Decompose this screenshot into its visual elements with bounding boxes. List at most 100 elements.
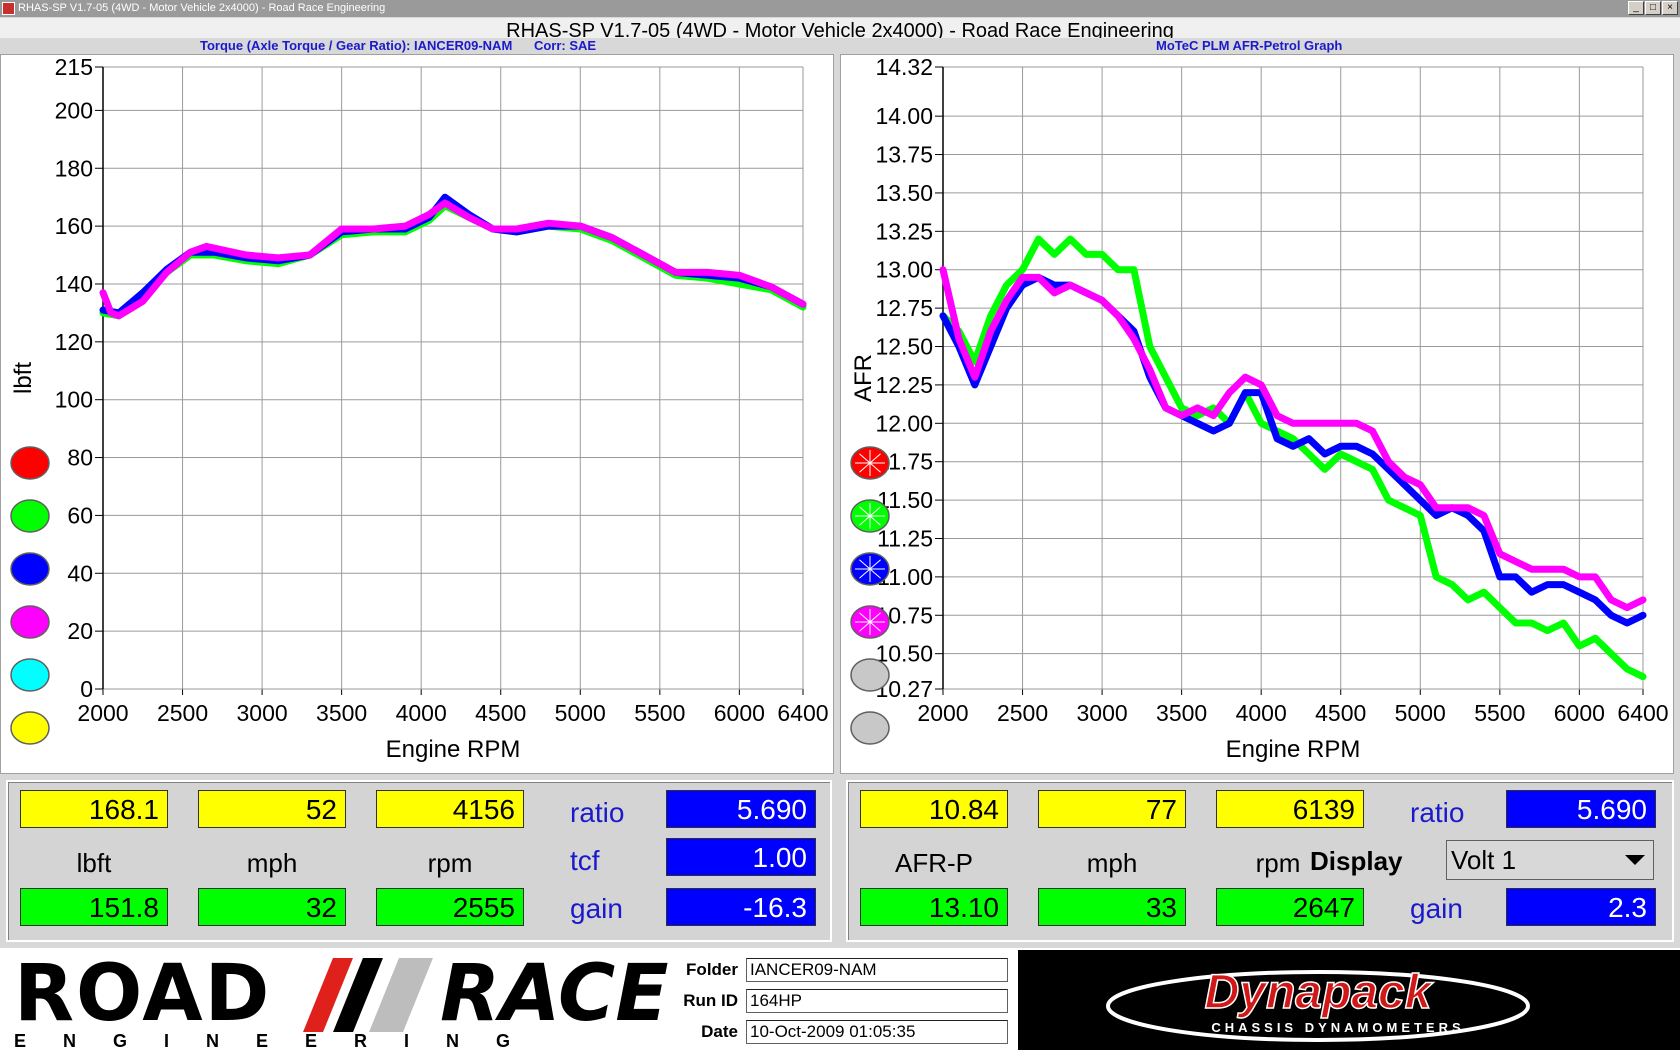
afr-xtick-label: 5500 <box>1474 700 1525 726</box>
afr-ytick-label: 10.50 <box>875 641 933 667</box>
afr-ylabel: AFR <box>850 354 877 402</box>
torque-ytick-label: 215 <box>55 55 93 80</box>
torque-ytick-label: 60 <box>67 502 93 528</box>
afr-xtick-label: 3000 <box>1077 700 1128 726</box>
torque-xtick-label: 2000 <box>77 700 128 726</box>
road-race-logo: ROAD RACE ENGINEERING <box>0 949 669 1050</box>
afr-legend-toggle[interactable] <box>850 711 890 745</box>
afr-ytick-label: 13.00 <box>875 257 933 283</box>
display-select[interactable]: Volt 1 <box>1446 840 1654 880</box>
gain-value[interactable]: -16.3 <box>666 888 816 926</box>
window-title: RHAS-SP V1.7-05 (4WD - Motor Vehicle 2x4… <box>18 2 386 14</box>
afr-ytick-label: 14.32 <box>875 55 933 80</box>
afr-xtick-label: 4500 <box>1315 700 1366 726</box>
afr-ytick-label: 13.25 <box>875 218 933 244</box>
torque-graph-title: Torque (Axle Torque / Gear Ratio): IANCE… <box>200 38 597 53</box>
afr-ytick-label: 13.75 <box>875 142 933 168</box>
speed-cursor-value-right: 77 <box>1038 790 1186 828</box>
torque-graph-panel: 2000 2500 3000 3500 4000 4500 5000 5500 6000 6400… <box>0 54 834 774</box>
torque-unit-label: lbft <box>76 848 112 878</box>
window-titlebar: RHAS-SP V1.7-05 (4WD - Motor Vehicle 2x4… <box>0 0 1680 17</box>
minimize-button[interactable]: _ <box>1628 1 1644 15</box>
torque-legend-toggle[interactable] <box>10 605 50 639</box>
afr-xtick-label: 2000 <box>917 700 968 726</box>
date-label: Date <box>701 1022 738 1041</box>
torque-ref-value: 151.8 <box>20 888 168 926</box>
afr-ytick-label: 12.50 <box>875 334 933 360</box>
torque-legend-toggle[interactable] <box>10 446 50 480</box>
chevron-down-icon[interactable] <box>1625 855 1645 865</box>
afr-ytick-label: 12.75 <box>875 295 933 321</box>
close-button[interactable]: × <box>1662 1 1678 15</box>
afr-chart: 2000 2500 3000 3500 4000 4500 5000 5500 6000 6400… <box>850 54 1669 763</box>
window-controls: _ □ × <box>1628 1 1678 15</box>
app-heading: RHAS-SP V1.7-05 (4WD - Motor Vehicle 2x4… <box>0 18 1680 38</box>
tcf-value[interactable]: 1.00 <box>666 838 816 876</box>
speed-unit-label-right: mph <box>1086 848 1138 878</box>
afr-cursor-value: 10.84 <box>860 790 1008 828</box>
torque-xtick-label: 4500 <box>475 700 526 726</box>
rpm-unit-label: rpm <box>427 848 473 878</box>
gain-value-right[interactable]: 2.3 <box>1506 888 1656 926</box>
torque-series-line <box>99 202 807 320</box>
speed-ref-value-right: 33 <box>1038 888 1186 926</box>
gain-label: gain <box>570 893 623 924</box>
rpm-cursor-value-right: 6139 <box>1216 790 1364 828</box>
speed-unit-label: mph <box>246 848 298 878</box>
runid-label: Run ID <box>683 991 738 1010</box>
afr-legend-toggle[interactable] <box>850 658 890 692</box>
app-icon <box>2 2 15 15</box>
dynapack-tagline: CHASSIS DYNAMOMETERS <box>1211 1020 1464 1035</box>
torque-ytick-label: 100 <box>55 387 93 413</box>
tcf-label: tcf <box>570 845 600 876</box>
ratio-value[interactable]: 5.690 <box>666 790 816 828</box>
torque-legend-toggle[interactable] <box>10 711 50 745</box>
torque-legend-toggle[interactable] <box>10 658 50 692</box>
torque-xtick-label: 5500 <box>634 700 685 726</box>
rpm-ref-value: 2555 <box>376 888 524 926</box>
display-label: Display <box>1310 846 1403 876</box>
rpm-cursor-value: 4156 <box>376 790 524 828</box>
torque-readout-panel: 168.1 52 4156 lbft mph rpm 151.8 32 2555… <box>6 780 832 942</box>
afr-ytick-label: 11.25 <box>877 525 933 551</box>
ratio-value-right[interactable]: 5.690 <box>1506 790 1656 828</box>
folder-label: Folder <box>686 960 738 979</box>
torque-ytick-label: 80 <box>67 445 93 471</box>
torque-legend-toggle[interactable] <box>10 552 50 586</box>
torque-ytick-label: 20 <box>67 618 93 644</box>
torque-ytick-label: 120 <box>55 329 93 355</box>
torque-legend-toggle[interactable] <box>10 499 50 533</box>
torque-ytick-label: 180 <box>55 155 93 181</box>
afr-series-line <box>939 235 1647 681</box>
logo-race-text: RACE <box>440 949 669 1039</box>
afr-readout-panel: 10.84 77 6139 AFR-P mph rpm Display 13.1… <box>846 780 1674 942</box>
logo-engineering-text: ENGINEERING <box>14 1031 548 1050</box>
afr-graph-panel: 2000 2500 3000 3500 4000 4500 5000 5500 6000 6400… <box>840 54 1674 774</box>
afr-unit-label: AFR-P <box>895 848 973 878</box>
maximize-button[interactable]: □ <box>1645 1 1661 15</box>
dynapack-logo-graphic: Dynapack CHASSIS DYNAMOMETERS <box>1106 965 1530 1042</box>
torque-xtick-label: 5000 <box>555 700 606 726</box>
torque-chart: 2000 2500 3000 3500 4000 4500 5000 5500 6000 6400… <box>10 54 829 763</box>
speed-ref-value: 32 <box>198 888 346 926</box>
torque-ytick-label: 0 <box>80 676 93 702</box>
logo-road-text: ROAD <box>14 949 272 1039</box>
afr-ytick-label: 14.00 <box>875 103 933 129</box>
display-select-value: Volt 1 <box>1451 845 1517 875</box>
afr-ytick-label: 12.25 <box>875 372 933 398</box>
runid-field[interactable]: 164HP <box>746 989 1008 1013</box>
torque-ylabel: lbft <box>10 362 37 394</box>
gain-label-right: gain <box>1410 893 1463 924</box>
afr-graph-title: MoTeC PLM AFR-Petrol Graph <box>1156 38 1343 53</box>
torque-ytick-label: 40 <box>67 560 93 586</box>
dynapack-logo: Dynapack CHASSIS DYNAMOMETERS <box>1018 950 1680 1050</box>
torque-cursor-value: 168.1 <box>20 790 168 828</box>
speed-cursor-value: 52 <box>198 790 346 828</box>
dynapack-brand: Dynapack <box>1205 966 1434 1019</box>
date-field[interactable]: 10-Oct-2009 01:05:35 <box>746 1020 1008 1044</box>
afr-ref-value: 13.10 <box>860 888 1008 926</box>
folder-field[interactable]: IANCER09-NAM <box>746 958 1008 982</box>
afr-ytick-label: 12.00 <box>875 410 933 436</box>
torque-xlabel: Engine RPM <box>386 736 521 763</box>
torque-xtick-label: 3000 <box>237 700 288 726</box>
